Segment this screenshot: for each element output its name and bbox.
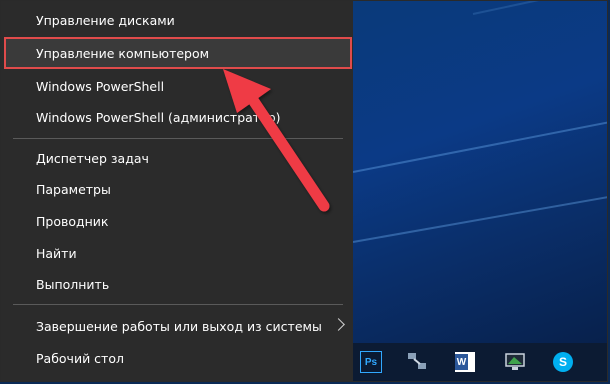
screenshot-frame: Ps W S Управление дисками Управление ком… — [0, 0, 608, 382]
annotation-arrow-icon — [223, 69, 330, 212]
